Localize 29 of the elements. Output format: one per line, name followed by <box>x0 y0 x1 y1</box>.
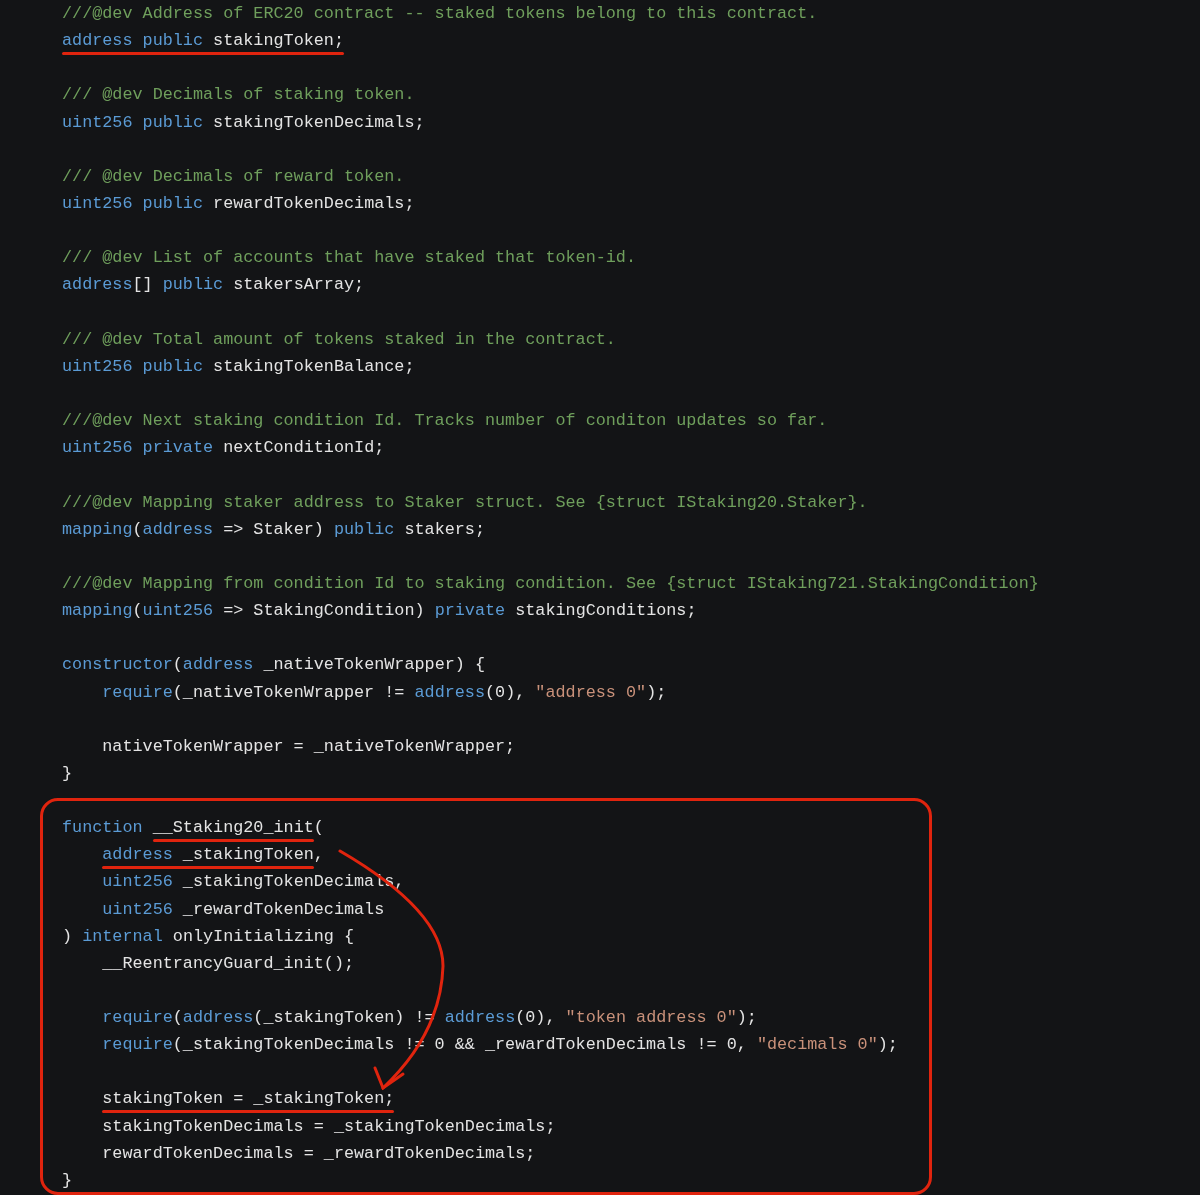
code-line: uint256 public rewardTokenDecimals; <box>62 194 415 213</box>
code-line: nativeTokenWrapper = _nativeTokenWrapper; <box>101 736 516 756</box>
code-line: /// @dev Decimals of staking token. <box>62 85 415 105</box>
code-line: uint256 _rewardTokenDecimals <box>101 899 385 919</box>
code-line: __ReentrancyGuard_init(); <box>101 953 355 973</box>
code-line: ) internal onlyInitializing { <box>62 926 355 946</box>
code-line: constructor(address _nativeTokenWrapper) { <box>62 655 485 675</box>
code-line: function __Staking20_init( <box>62 818 324 838</box>
code-line: /// @dev Decimals of reward token. <box>62 166 405 186</box>
code-line: ///@dev Mapping from condition Id to staking condition. See {struct IStaking721.StakingCondition} <box>62 573 1039 593</box>
code-line: uint256 public stakingTokenBalance; <box>62 356 415 376</box>
code-line: /// @dev List of accounts that have staked that token-id. <box>62 248 636 268</box>
code-line: address[] public stakersArray; <box>62 275 365 295</box>
code-line: ///@dev Mapping staker address to Staker struct. See {struct IStaking20.Staker}. <box>62 492 868 512</box>
code-line: ///@dev Address of ERC20 contract -- staked tokens belong to this contract. <box>62 4 818 23</box>
code-line: mapping(address => Staker) public stakers; <box>62 519 485 539</box>
code-line: uint256 public stakingTokenDecimals; <box>62 112 425 132</box>
code-line: address public stakingToken; <box>62 31 344 51</box>
code-line: } <box>62 763 73 783</box>
code-line: address _stakingToken, <box>101 845 324 865</box>
code-line: mapping(uint256 => StakingCondition) private stakingConditions; <box>62 601 697 621</box>
code-line: stakingToken = _stakingToken; <box>101 1089 395 1109</box>
code-line: rewardTokenDecimals = _rewardTokenDecimals; <box>101 1143 536 1163</box>
code-line: stakingTokenDecimals = _stakingTokenDecimals; <box>101 1116 556 1136</box>
code-line: require(_nativeTokenWrapper != address(0), "address 0"); <box>101 682 667 702</box>
code-line: /// @dev Total amount of tokens staked in the contract. <box>62 329 616 349</box>
code-line: ///@dev Next staking condition Id. Tracks number of conditon updates so far. <box>62 411 828 431</box>
code-line: uint256 private nextConditionId; <box>62 438 385 458</box>
code-line: } <box>62 1170 73 1190</box>
